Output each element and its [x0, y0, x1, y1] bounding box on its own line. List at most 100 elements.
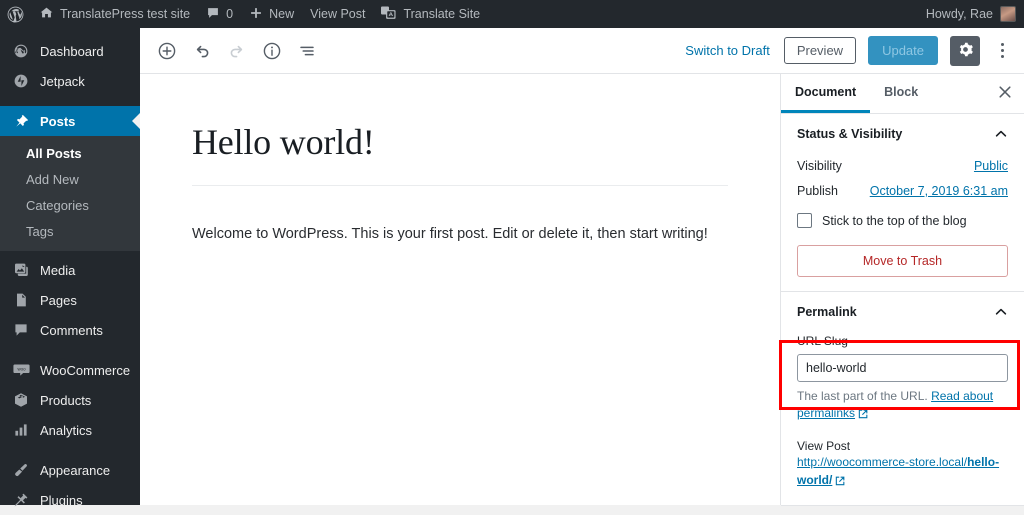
submenu-item-categories[interactable]: Categories	[0, 193, 140, 219]
sticky-post-label: Stick to the top of the blog	[822, 214, 967, 228]
woocommerce-icon: woo	[11, 363, 31, 378]
url-slug-label: URL Slug	[797, 332, 1008, 354]
howdy-label: Howdy, Rae	[926, 0, 993, 28]
plug-icon	[11, 492, 31, 508]
submenu-item-add-new[interactable]: Add New	[0, 167, 140, 193]
translate-site-label: Translate Site	[403, 0, 480, 28]
sidebar-item-label: Products	[40, 393, 91, 408]
undo-arrow-icon[interactable]	[189, 38, 215, 64]
sidebar-item-label: Appearance	[40, 463, 110, 478]
view-post-label: View Post	[797, 425, 1008, 453]
sidebar-item-media[interactable]: Media	[0, 255, 140, 285]
sidebar-item-plugins[interactable]: Plugins	[0, 485, 140, 515]
sidebar-item-analytics[interactable]: Analytics	[0, 415, 140, 445]
view-post-url-wrap: http://woocommerce-store.local/hello-wor…	[797, 453, 1008, 491]
permalink-panel: Permalink URL Slug The last part of the …	[781, 292, 1024, 506]
sidebar-item-dashboard[interactable]: Dashboard	[0, 36, 140, 66]
admin-sidebar-menu: Dashboard Jetpack Posts All Posts Add Ne…	[0, 28, 140, 505]
new-content-menu[interactable]: New	[241, 0, 302, 28]
permalink-title: Permalink	[797, 305, 857, 319]
submenu-item-tags[interactable]: Tags	[0, 219, 140, 245]
more-options-button[interactable]	[992, 36, 1012, 66]
editor-toolbar: Switch to Draft Preview Update	[140, 28, 1024, 74]
update-button[interactable]: Update	[868, 36, 938, 65]
sidebar-item-posts[interactable]: Posts	[0, 106, 140, 136]
kebab-menu-icon	[1001, 43, 1004, 46]
bar-chart-icon	[11, 422, 31, 438]
settings-gear-button[interactable]	[950, 36, 980, 66]
dashboard-icon	[11, 43, 31, 59]
menu-separator	[0, 96, 140, 106]
publish-date-button[interactable]: October 7, 2019 6:31 am	[870, 184, 1008, 198]
plus-icon	[249, 6, 263, 23]
menu-top-gap	[0, 28, 140, 36]
redo-arrow-icon[interactable]	[224, 38, 250, 64]
gear-icon	[957, 41, 974, 61]
content-info-icon[interactable]	[259, 38, 285, 64]
post-title[interactable]: Hello world!	[192, 122, 728, 163]
kebab-dot	[1001, 49, 1004, 52]
tab-block[interactable]: Block	[870, 74, 932, 113]
home-icon	[39, 5, 54, 23]
pages-icon	[11, 292, 31, 308]
posts-submenu: All Posts Add New Categories Tags	[0, 136, 140, 251]
wordpress-logo-menu[interactable]	[0, 0, 31, 28]
comments-menu[interactable]: 0	[198, 0, 241, 28]
visibility-label: Visibility	[797, 159, 842, 173]
visibility-row: Visibility Public	[797, 154, 1008, 179]
permalink-help-text: The last part of the URL. Read about per…	[797, 382, 1008, 425]
sticky-post-row[interactable]: Stick to the top of the blog	[797, 204, 1008, 232]
account-menu[interactable]: Howdy, Rae	[926, 0, 1024, 28]
editor-toolbar-right: Switch to Draft Preview Update	[683, 36, 1024, 66]
pushpin-icon	[11, 113, 31, 129]
translate-site-menu[interactable]: Translate Site	[373, 0, 488, 28]
chevron-up-icon	[994, 127, 1008, 141]
url-slug-input[interactable]	[797, 354, 1008, 382]
sidebar-item-appearance[interactable]: Appearance	[0, 455, 140, 485]
tab-document[interactable]: Document	[781, 74, 870, 113]
sidebar-item-pages[interactable]: Pages	[0, 285, 140, 315]
sidebar-item-comments[interactable]: Comments	[0, 315, 140, 345]
settings-sidebar: Document Block Status & Visibility Visib…	[780, 74, 1024, 505]
permalink-toggle[interactable]: Permalink	[797, 292, 1008, 332]
menu-separator	[0, 445, 140, 455]
products-box-icon	[11, 392, 31, 408]
view-post-link[interactable]: View Post	[302, 0, 373, 28]
paintbrush-icon	[11, 462, 31, 478]
view-post-url-link[interactable]: http://woocommerce-store.local/hello-wor…	[797, 455, 999, 487]
post-canvas: Hello world! Welcome to WordPress. This …	[140, 74, 780, 505]
close-sidebar-button[interactable]	[986, 74, 1024, 113]
comments-count: 0	[226, 0, 233, 28]
translate-site-icon	[381, 6, 397, 23]
external-link-icon	[858, 407, 868, 424]
preview-button[interactable]: Preview	[784, 37, 856, 64]
status-visibility-toggle[interactable]: Status & Visibility	[797, 114, 1008, 154]
new-label: New	[269, 0, 294, 28]
block-editor: Switch to Draft Preview Update Hello wor…	[140, 28, 1024, 505]
block-navigation-list-icon[interactable]	[294, 38, 320, 64]
avatar	[1000, 6, 1016, 22]
add-block-plus-icon[interactable]	[154, 38, 180, 64]
site-name-menu[interactable]: TranslatePress test site	[31, 0, 198, 28]
submenu-item-all-posts[interactable]: All Posts	[0, 141, 140, 167]
sidebar-item-label: Plugins	[40, 493, 83, 508]
status-visibility-panel: Status & Visibility Visibility Public Pu…	[781, 114, 1024, 292]
visibility-value-button[interactable]: Public	[974, 159, 1008, 173]
post-paragraph-block[interactable]: Welcome to WordPress. This is your first…	[192, 222, 728, 247]
title-divider	[192, 185, 728, 186]
sidebar-item-label: Dashboard	[40, 44, 104, 59]
wordpress-logo-icon	[7, 6, 24, 23]
sidebar-item-label: Analytics	[40, 423, 92, 438]
sidebar-item-jetpack[interactable]: Jetpack	[0, 66, 140, 96]
admin-bar: TranslatePress test site 0 New View Post	[0, 0, 1024, 28]
sidebar-item-products[interactable]: Products	[0, 385, 140, 415]
chevron-up-icon	[994, 305, 1008, 319]
comment-bubble-icon	[206, 6, 220, 23]
comment-bubble-icon	[11, 322, 31, 338]
media-icon	[11, 262, 31, 278]
move-to-trash-button[interactable]: Move to Trash	[797, 245, 1008, 277]
sticky-post-checkbox[interactable]	[797, 213, 812, 228]
sidebar-item-woocommerce[interactable]: woo WooCommerce	[0, 355, 140, 385]
switch-to-draft-button[interactable]: Switch to Draft	[683, 39, 772, 62]
status-visibility-title: Status & Visibility	[797, 127, 902, 141]
